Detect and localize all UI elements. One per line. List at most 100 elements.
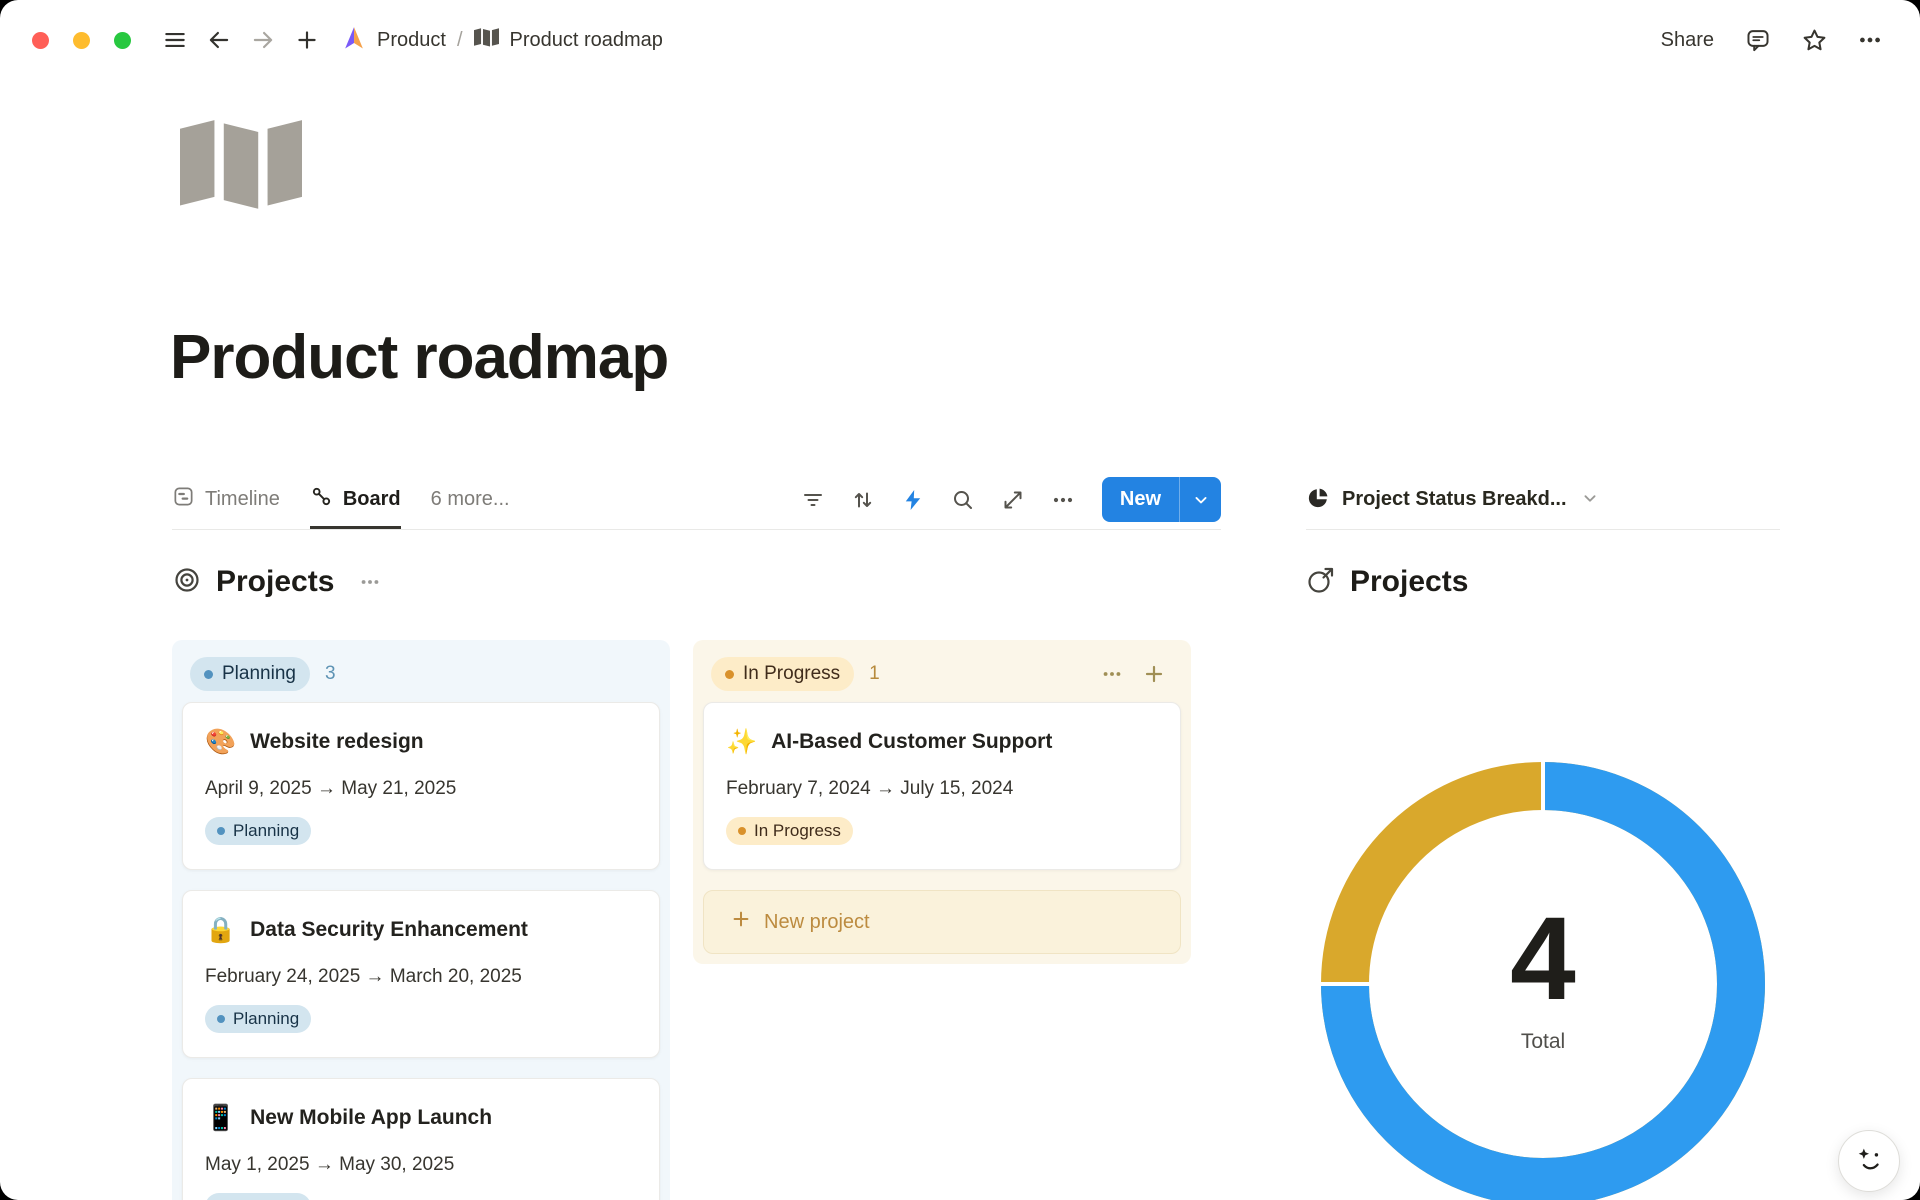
expand-button[interactable] [992,479,1034,521]
project-card[interactable]: 📱 New Mobile App Launch May 1, 2025 → Ma… [182,1078,660,1200]
plus-icon [1142,662,1166,686]
plus-icon [294,27,320,53]
filter-icon [801,488,825,512]
comment-bubble-icon [1745,27,1771,53]
filter-button[interactable] [792,479,834,521]
card-title: AI-Based Customer Support [771,727,1052,757]
card-status-badge: Planning [205,1005,311,1033]
status-dot-icon [738,827,746,835]
chevron-down-icon[interactable] [1179,477,1221,522]
pie-chart-icon [1306,486,1330,513]
column-count: 3 [325,663,336,685]
board-toolbar: New [792,477,1221,522]
card-emoji-icon: 📱 [205,1106,236,1131]
search-button[interactable] [942,479,984,521]
tab-board[interactable]: Board [310,470,401,529]
card-title: New Mobile App Launch [250,1103,492,1133]
column-add-button[interactable] [1135,655,1173,693]
zoom-window-button[interactable] [114,32,131,49]
search-icon [951,488,975,512]
card-title: Website redesign [250,727,424,757]
card-status-badge: In Progress [726,817,853,845]
card-emoji-icon: ✨ [726,730,757,755]
card-date-range: February 7, 2024 → July 15, 2024 [726,777,1158,801]
breadcrumb-item-current[interactable]: Product roadmap [510,29,663,52]
chart-title-row: Projects [1306,560,1780,604]
status-pill-label: Planning [222,663,296,685]
close-window-button[interactable] [32,32,49,49]
page-icon-map[interactable] [180,120,302,215]
card-status-badge: Planning [205,1193,311,1200]
chevron-down-icon [1579,487,1601,512]
column-in-progress-cards: ✨ AI-Based Customer Support February 7, … [703,702,1181,870]
view-options-button[interactable] [1042,479,1084,521]
topbar-actions: Share [1651,18,1892,62]
sidebar-toggle-button[interactable] [153,18,197,62]
new-project-label: New project [764,911,870,934]
donut-chart[interactable]: 4 Total [1313,754,1773,1200]
board-title-options-button[interactable] [348,560,392,604]
status-pill-in-progress[interactable]: In Progress [711,657,854,691]
column-planning: Planning 3 🎨 Website redesign April 9, 2… [172,640,670,1200]
card-emoji-icon: 🔒 [205,918,236,943]
comments-button[interactable] [1736,18,1780,62]
card-status-label: In Progress [754,821,841,841]
back-button[interactable] [197,18,241,62]
project-card[interactable]: 🎨 Website redesign April 9, 2025 → May 2… [182,702,660,870]
hamburger-icon [162,27,188,53]
sort-arrows-icon [851,488,875,512]
more-views-button[interactable]: 6 more... [431,488,510,511]
new-tab-button[interactable] [285,18,329,62]
board-section-title: Projects [216,565,334,599]
forward-arrow-icon [250,27,276,53]
ellipsis-icon [359,571,381,593]
chart-selector[interactable]: Project Status Breakd... [1306,470,1601,529]
card-title: Data Security Enhancement [250,915,528,945]
project-card[interactable]: ✨ AI-Based Customer Support February 7, … [703,702,1181,870]
new-button[interactable]: New [1102,477,1221,522]
total-label: Total [1521,1030,1565,1054]
status-dot-icon [204,670,213,679]
chart-section-title: Projects [1350,565,1468,599]
board-section: Timeline Board 6 more... [172,470,1221,1200]
favorite-button[interactable] [1792,18,1836,62]
ai-assistant-button[interactable] [1838,1130,1900,1192]
column-options-button[interactable] [1093,655,1131,693]
share-button[interactable]: Share [1651,21,1724,60]
kanban-board: Planning 3 🎨 Website redesign April 9, 2… [172,640,1221,1200]
minimize-window-button[interactable] [73,32,90,49]
workspace-logo-icon [341,25,366,56]
back-arrow-icon [206,27,232,53]
timeline-view-icon [172,485,195,514]
card-emoji-icon: 🎨 [205,730,236,755]
breadcrumb-item-product[interactable]: Product [377,29,446,52]
tab-timeline-label: Timeline [205,488,280,511]
donut-center: 4 Total [1313,746,1773,1200]
column-planning-header: Planning 3 [182,650,660,698]
chart-header-row: Project Status Breakd... [1306,470,1780,530]
breadcrumb-separator: / [457,29,463,52]
status-pill-label: In Progress [743,663,840,685]
chart-selector-label: Project Status Breakd... [1342,488,1567,511]
more-options-button[interactable] [1848,18,1892,62]
ellipsis-icon [1857,27,1883,53]
ellipsis-icon [1051,488,1075,512]
tab-timeline[interactable]: Timeline [172,470,280,529]
project-card[interactable]: 🔒 Data Security Enhancement February 24,… [182,890,660,1058]
total-value: 4 [1510,898,1576,1022]
ai-face-icon [1853,1144,1885,1179]
card-status-label: Planning [233,1009,299,1029]
status-dot-icon [217,827,225,835]
sort-button[interactable] [842,479,884,521]
card-date-range: April 9, 2025 → May 21, 2025 [205,777,637,801]
expand-diagonal-icon [1001,488,1025,512]
card-date-range: May 1, 2025 → May 30, 2025 [205,1153,637,1177]
automations-button[interactable] [892,479,934,521]
status-pill-planning[interactable]: Planning [190,657,310,691]
star-icon [1801,27,1828,54]
forward-button[interactable] [241,18,285,62]
status-dot-icon [217,1015,225,1023]
column-actions [1093,655,1173,693]
new-project-button[interactable]: New project [703,890,1181,954]
chart-section: Project Status Breakd... Projects [1306,470,1780,1200]
